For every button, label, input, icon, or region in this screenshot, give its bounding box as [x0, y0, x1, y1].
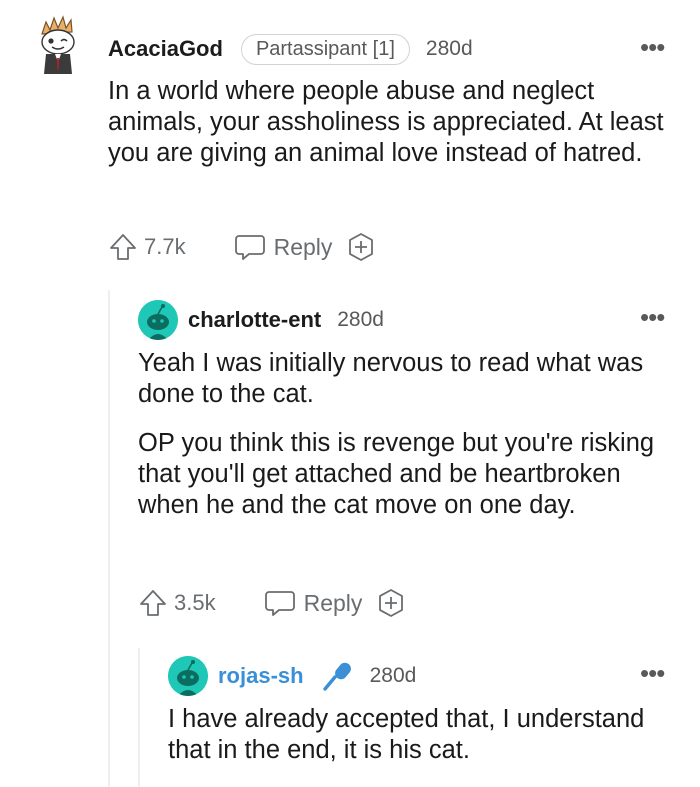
snoo-avatar-icon: [168, 656, 208, 696]
comment-body: I have already accepted that, I understa…: [168, 704, 668, 766]
comment-paragraph: Yeah I was initially nervous to read wha…: [138, 349, 644, 408]
award-plus-icon: [349, 233, 374, 261]
comment-bubble-icon: [264, 591, 295, 616]
vote-count: 7.7k: [144, 234, 186, 259]
award-plus-icon: [379, 589, 404, 617]
comment-paragraph: OP you think this is revenge but you're …: [138, 429, 655, 519]
upvote-button[interactable]: 7.7k: [108, 232, 186, 262]
avatar[interactable]: [138, 300, 178, 340]
comment-bubble-icon: [234, 235, 265, 260]
comment-age: 280d: [337, 308, 384, 331]
comment-body: Yeah I was initially nervous to read wha…: [138, 348, 668, 521]
avatar[interactable]: [36, 14, 80, 74]
thread-line-level-2[interactable]: [138, 648, 140, 787]
comment-age: 280d: [369, 664, 417, 687]
username[interactable]: rojas-sh: [218, 663, 304, 689]
ellipsis-icon[interactable]: •••: [640, 660, 665, 686]
thread-line-level-1[interactable]: [108, 290, 110, 787]
reply-label: Reply: [273, 233, 333, 260]
ellipsis-icon[interactable]: •••: [640, 34, 665, 60]
upvote-arrow-icon: [140, 590, 166, 616]
comment-paragraph: In a world where people abuse and neglec…: [108, 77, 664, 167]
reply-button[interactable]: Reply: [234, 232, 333, 262]
reply-label: Reply: [303, 589, 363, 616]
comment-paragraph: I have already accepted that, I understa…: [168, 705, 645, 764]
username[interactable]: AcaciaGod: [108, 36, 223, 62]
vote-count: 3.5k: [174, 590, 216, 615]
microphone-icon: [320, 659, 354, 693]
upvote-arrow-icon: [110, 234, 136, 260]
reply-button[interactable]: Reply: [264, 588, 363, 618]
award-button[interactable]: [346, 232, 376, 262]
username[interactable]: charlotte-ent: [188, 307, 321, 333]
snoo-avatar-icon: [138, 300, 178, 340]
user-flair: Partassipant [1]: [240, 33, 410, 65]
ellipsis-icon[interactable]: •••: [640, 304, 665, 330]
comment-age: 280d: [425, 37, 473, 60]
snoo-avatar-icon: [41, 15, 75, 74]
upvote-button[interactable]: 3.5k: [138, 588, 216, 618]
comment-body: In a world where people abuse and neglec…: [108, 76, 668, 169]
avatar[interactable]: [168, 656, 208, 696]
award-button[interactable]: [376, 588, 406, 618]
